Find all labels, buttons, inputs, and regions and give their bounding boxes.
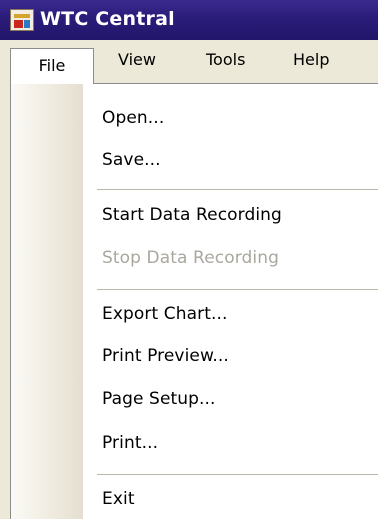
menu-item-stop-data-recording: Stop Data Recording [102,248,279,268]
menu-help[interactable]: Help [293,50,329,69]
menu-separator [97,189,378,190]
menu-item-exit[interactable]: Exit [102,489,135,509]
menu-icon-gutter [11,84,83,519]
menu-item-print-preview[interactable]: Print Preview... [102,346,229,366]
menu-item-export-chart[interactable]: Export Chart... [102,304,227,324]
menu-separator [97,289,378,290]
app-icon[interactable] [10,9,34,31]
file-dropdown-menu: Open... Save... Start Data Recording Sto… [10,83,378,519]
menu-item-open[interactable]: Open... [102,108,164,128]
title-bar[interactable]: WTC Central [0,0,378,40]
menu-file[interactable]: File [10,48,94,84]
menu-view[interactable]: View [118,50,156,69]
menu-tools[interactable]: Tools [206,50,245,69]
menu-item-start-data-recording[interactable]: Start Data Recording [102,205,282,225]
menu-item-print[interactable]: Print... [102,433,158,453]
menu-item-page-setup[interactable]: Page Setup... [102,389,216,409]
menu-item-save[interactable]: Save... [102,150,161,170]
window-title: WTC Central [40,8,175,30]
menu-separator [97,474,378,475]
